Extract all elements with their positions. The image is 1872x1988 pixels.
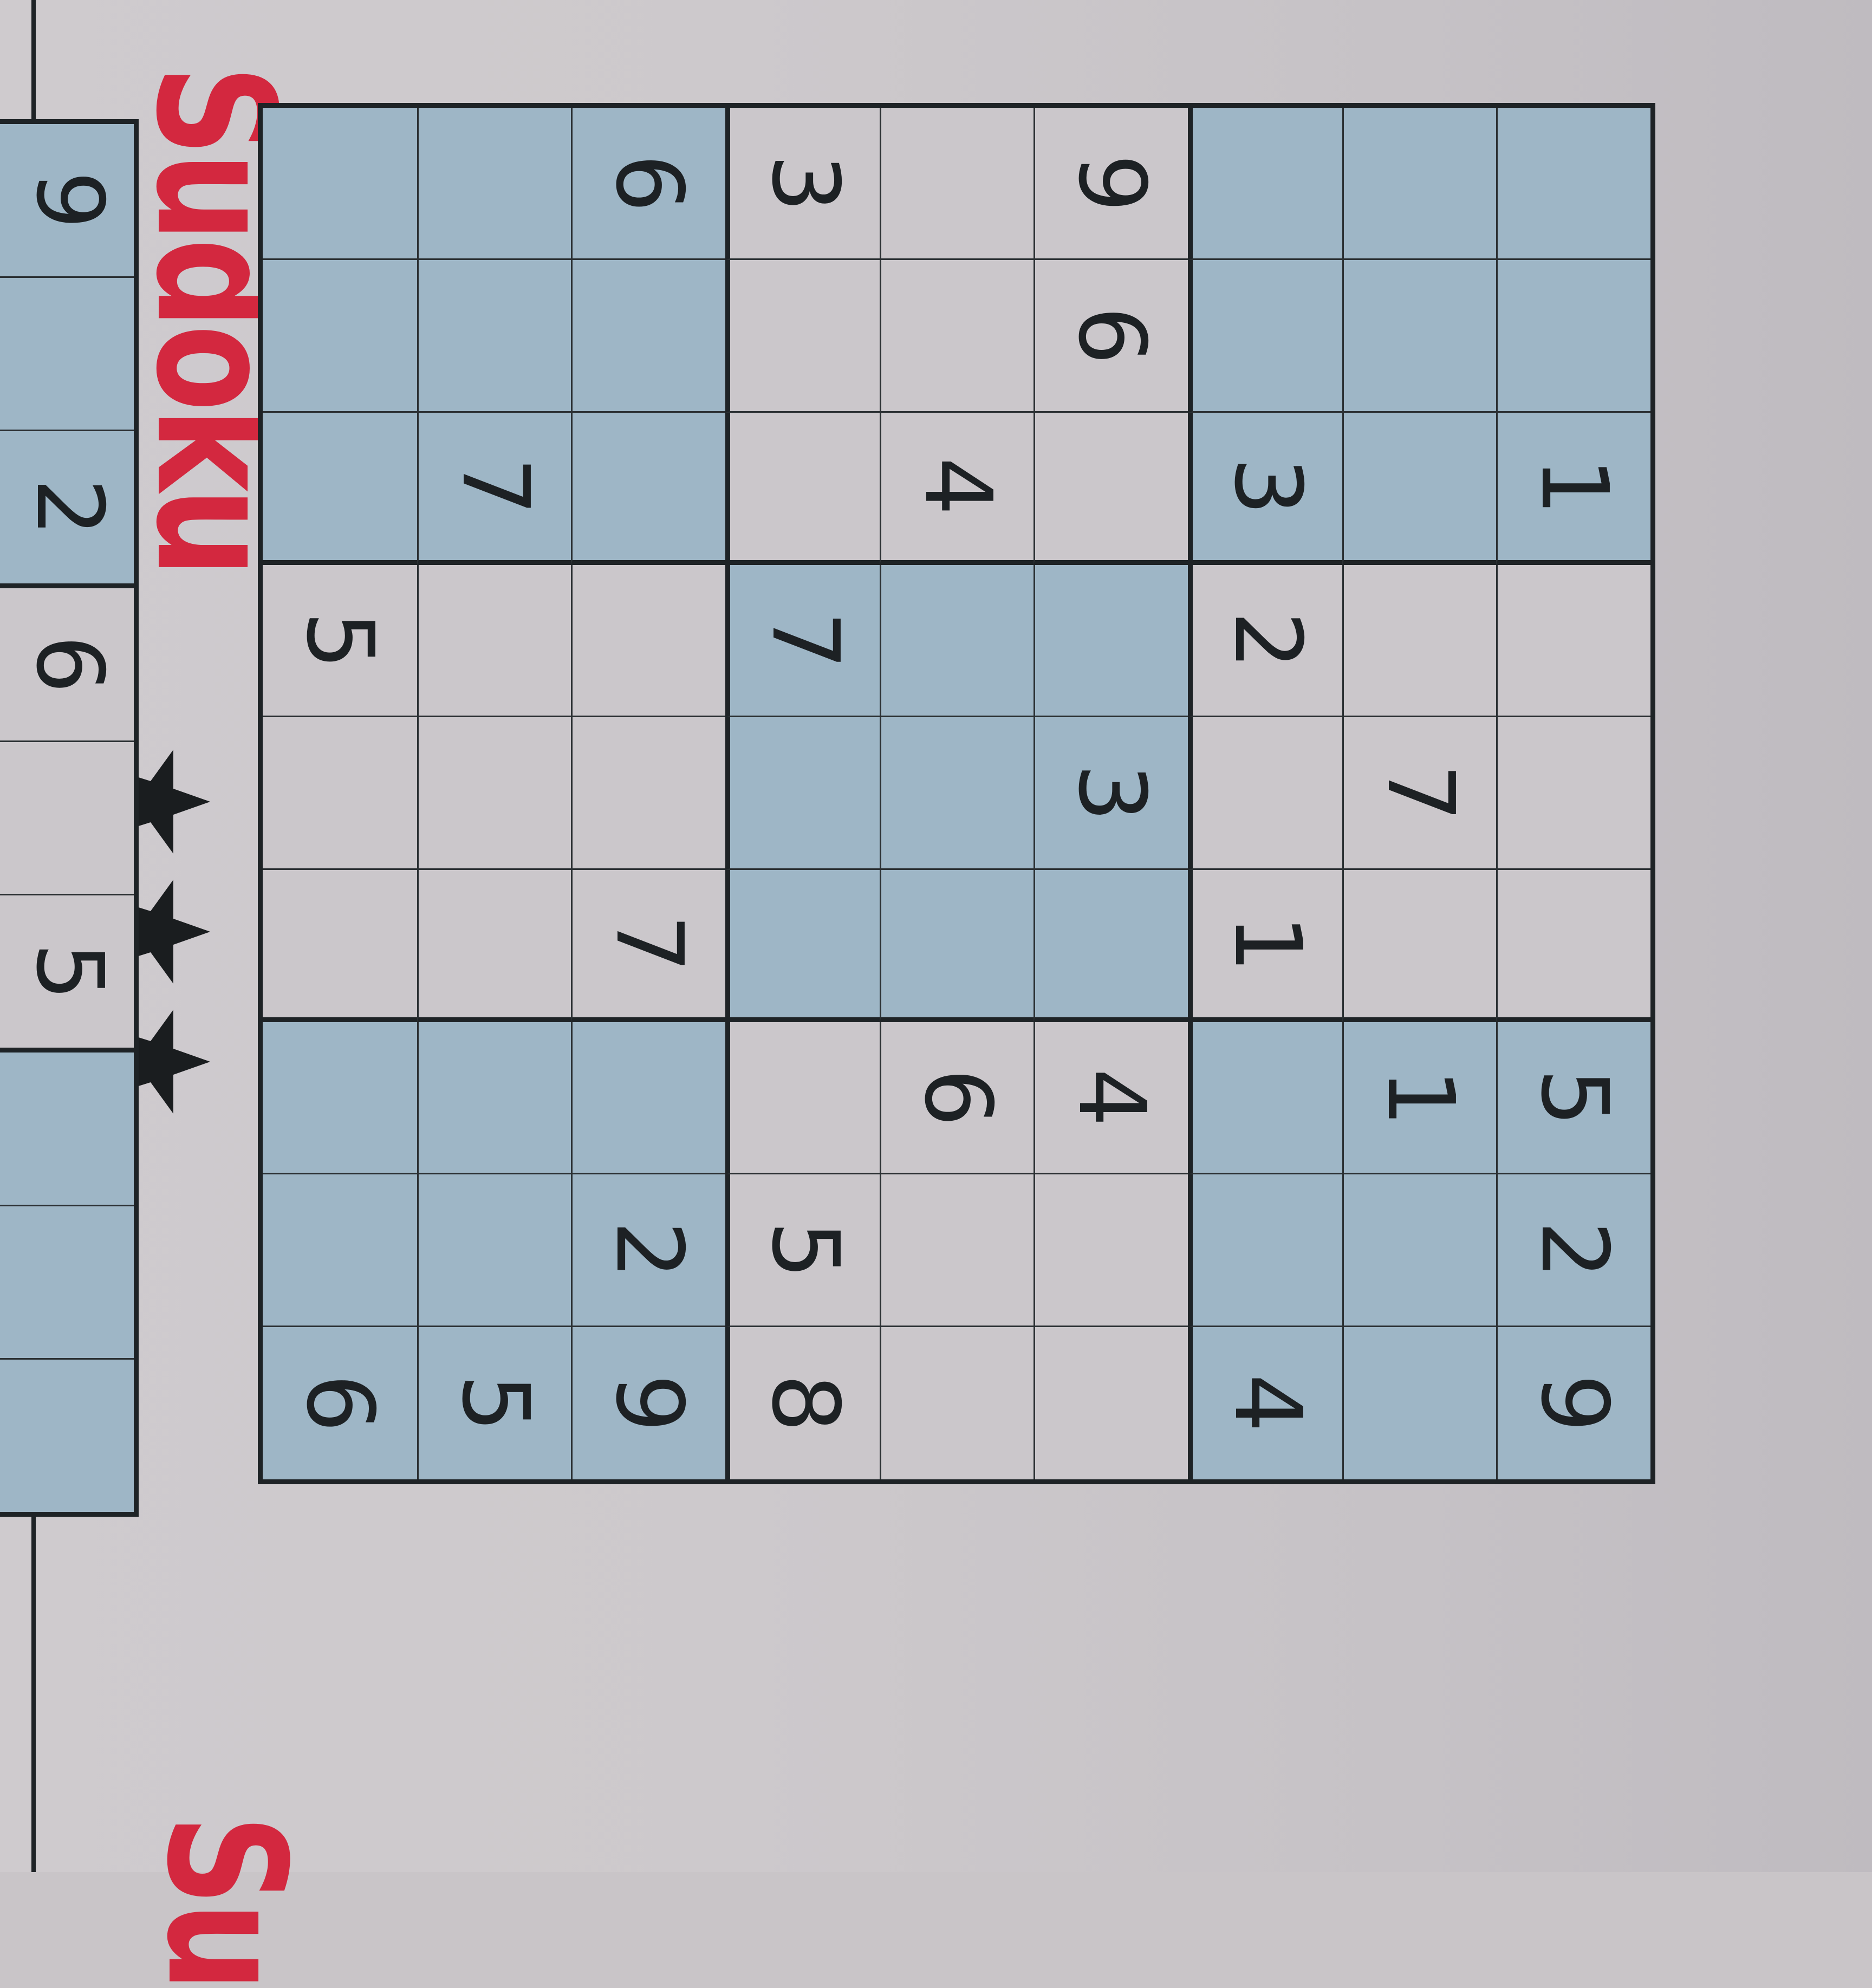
sudoku-cell[interactable] (571, 260, 726, 413)
side-sudoku-cell[interactable] (0, 1053, 134, 1206)
sudoku-cell[interactable] (1034, 412, 1188, 565)
sudoku-cell[interactable] (1188, 260, 1342, 413)
sudoku-cell[interactable] (1342, 565, 1497, 718)
side-sudoku-cell[interactable]: 5 (0, 895, 134, 1053)
sudoku-cell[interactable] (879, 565, 1034, 718)
sudoku-cell[interactable] (263, 260, 417, 413)
sudoku-cell[interactable]: 5 (1496, 1022, 1650, 1175)
sudoku-cell[interactable] (725, 869, 880, 1022)
sudoku-cell[interactable]: 3 (1188, 412, 1342, 565)
sudoku-cell[interactable]: 5 (725, 1174, 880, 1327)
sudoku-cell[interactable] (1034, 1174, 1188, 1327)
sudoku-cell[interactable] (879, 108, 1034, 261)
side-sudoku-grid: 9 26 5 (0, 119, 139, 1517)
sudoku-cell[interactable] (1342, 1174, 1497, 1327)
sudoku-cell[interactable] (879, 1327, 1034, 1479)
sudoku-cell[interactable]: 7 (725, 565, 880, 718)
side-sudoku-cell[interactable]: 9 (0, 124, 134, 278)
sudoku-cell[interactable] (417, 260, 571, 413)
photo-background: Sudoku 1529713214963446375867297556 Su 9… (0, 0, 1872, 1988)
sudoku-cell[interactable] (1496, 869, 1650, 1022)
sudoku-cell[interactable]: 4 (879, 412, 1034, 565)
sudoku-cell[interactable]: 7 (1342, 717, 1497, 870)
side-sudoku-cell[interactable] (0, 1206, 134, 1360)
sudoku-cell[interactable] (263, 1022, 417, 1175)
sudoku-cell[interactable] (571, 1022, 726, 1175)
sudoku-cell[interactable]: 3 (1034, 717, 1188, 870)
sudoku-cell[interactable] (1342, 108, 1497, 261)
sudoku-cell[interactable] (1188, 1174, 1342, 1327)
side-sudoku-cell[interactable]: 6 (0, 588, 134, 742)
side-sudoku-cell[interactable]: 2 (0, 431, 134, 589)
sudoku-cell[interactable]: 5 (417, 1327, 571, 1479)
sudoku-cell[interactable] (1188, 717, 1342, 870)
sudoku-cell[interactable] (1034, 1327, 1188, 1479)
sudoku-cell[interactable] (263, 412, 417, 565)
sudoku-cell[interactable] (1188, 108, 1342, 261)
sudoku-cell[interactable] (725, 1022, 880, 1175)
sudoku-cell[interactable]: 1 (1342, 1022, 1497, 1175)
sudoku-cell[interactable]: 6 (1034, 260, 1188, 413)
sudoku-cell[interactable] (1342, 1327, 1497, 1479)
sudoku-cell[interactable] (417, 717, 571, 870)
side-sudoku-cell[interactable] (0, 742, 134, 896)
sudoku-cell[interactable]: 9 (1496, 1327, 1650, 1479)
sudoku-cell[interactable] (725, 412, 880, 565)
sudoku-cell[interactable] (1034, 869, 1188, 1022)
sudoku-cell[interactable]: 1 (1188, 869, 1342, 1022)
sudoku-cell[interactable]: 4 (1188, 1327, 1342, 1479)
sudoku-cell[interactable] (263, 717, 417, 870)
sudoku-cell[interactable] (725, 717, 880, 870)
sudoku-cell[interactable] (571, 717, 726, 870)
sudoku-cell[interactable] (417, 1022, 571, 1175)
sudoku-cell[interactable] (1496, 565, 1650, 718)
sudoku-cell[interactable]: 4 (1034, 1022, 1188, 1175)
sudoku-cell[interactable] (1496, 260, 1650, 413)
sudoku-cell[interactable] (1188, 1022, 1342, 1175)
sudoku-cell[interactable]: 6 (879, 1022, 1034, 1175)
sudoku-cell[interactable] (879, 717, 1034, 870)
sudoku-cell[interactable] (879, 1174, 1034, 1327)
sudoku-cell[interactable] (263, 108, 417, 261)
sudoku-cell[interactable]: 7 (417, 412, 571, 565)
sudoku-cell[interactable]: 6 (571, 108, 726, 261)
sudoku-cell[interactable]: 8 (725, 1327, 880, 1479)
sudoku-cell[interactable]: 2 (1188, 565, 1342, 718)
sudoku-grid: 1529713214963446375867297556 (258, 103, 1655, 1484)
sudoku-cell[interactable] (571, 565, 726, 718)
sudoku-cell[interactable] (1342, 260, 1497, 413)
sudoku-cell[interactable] (417, 1174, 571, 1327)
sudoku-cell[interactable] (1342, 412, 1497, 565)
sudoku-cell[interactable]: 9 (571, 1327, 726, 1479)
sudoku-cell[interactable] (417, 565, 571, 718)
sudoku-cell[interactable] (1496, 717, 1650, 870)
sudoku-cell[interactable] (417, 108, 571, 261)
sudoku-cell[interactable]: 7 (571, 869, 726, 1022)
sudoku-cell[interactable] (417, 869, 571, 1022)
sudoku-cell[interactable] (725, 260, 880, 413)
side-sudoku-cell[interactable] (0, 277, 134, 432)
sudoku-cell[interactable]: 2 (571, 1174, 726, 1327)
sudoku-cell[interactable] (879, 260, 1034, 413)
sudoku-cell[interactable] (1034, 565, 1188, 718)
sudoku-cell[interactable] (1496, 108, 1650, 261)
side-puzzle-title: Su (131, 1815, 320, 1988)
sudoku-cell[interactable]: 1 (1496, 412, 1650, 565)
newspaper-page: Sudoku 1529713214963446375867297556 Su 9… (0, 0, 1872, 1988)
sudoku-cell[interactable] (1342, 869, 1497, 1022)
sudoku-cell[interactable]: 6 (263, 1327, 417, 1479)
sudoku-cell[interactable] (571, 412, 726, 565)
sudoku-cell[interactable] (263, 1174, 417, 1327)
sudoku-cell[interactable]: 3 (725, 108, 880, 261)
side-sudoku-cell[interactable] (0, 1360, 134, 1512)
sudoku-cell[interactable] (879, 869, 1034, 1022)
sudoku-cell[interactable]: 5 (263, 565, 417, 718)
sudoku-cell[interactable] (263, 869, 417, 1022)
sudoku-cell[interactable]: 2 (1496, 1174, 1650, 1327)
sudoku-cell[interactable]: 9 (1034, 108, 1188, 261)
